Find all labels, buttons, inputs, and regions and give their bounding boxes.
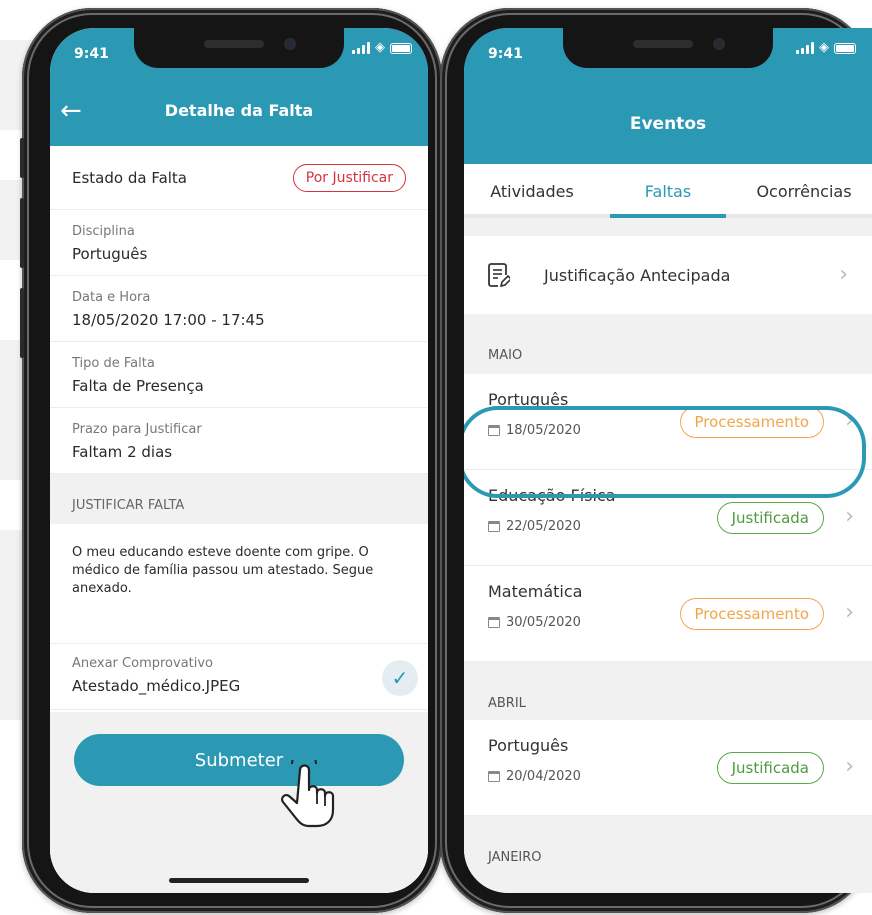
status-badge: Processamento bbox=[679, 406, 824, 438]
attachment-label: Anexar Comprovativo bbox=[72, 656, 214, 671]
field-label: Prazo para Justificar bbox=[72, 422, 202, 437]
justificacao-label: Justificação Antecipada bbox=[544, 265, 731, 285]
status-badge: Justificada bbox=[716, 502, 824, 534]
side-button bbox=[20, 198, 24, 268]
attachment-row[interactable]: Anexar Comprovativo Atestado_médico.JPEG… bbox=[50, 644, 428, 710]
list-item[interactable]: Português 20/04/2020 Justificada › bbox=[464, 720, 872, 816]
phone-events: 9:41 ◈ Eventos Atividades Faltas Ocorrên… bbox=[440, 8, 872, 913]
detail-body: Estado da Falta Por Justificar Disciplin… bbox=[50, 146, 428, 893]
field-data-hora: Data e Hora 18/05/2020 17:00 - 17:45 bbox=[50, 276, 428, 342]
field-value: 18/05/2020 17:00 - 17:45 bbox=[72, 311, 265, 329]
status-badge: Justificada bbox=[716, 752, 824, 784]
tab-atividades[interactable]: Atividades bbox=[464, 164, 600, 214]
justificacao-antecipada-row[interactable]: Justificação Antecipada › bbox=[464, 236, 872, 314]
event-date-text: 20/04/2020 bbox=[506, 769, 581, 784]
submit-area: Submeter bbox=[50, 712, 428, 893]
notch bbox=[134, 28, 344, 68]
document-edit-icon bbox=[488, 263, 510, 288]
event-date-text: 18/05/2020 bbox=[506, 423, 581, 438]
chevron-right-icon: › bbox=[845, 504, 854, 529]
screen: 9:41 ◈ Eventos Atividades Faltas Ocorrên… bbox=[464, 28, 872, 893]
home-indicator bbox=[169, 878, 309, 883]
status-badge: Por Justificar bbox=[292, 163, 406, 192]
calendar-icon bbox=[488, 617, 500, 628]
chevron-right-icon: › bbox=[845, 600, 854, 625]
month-header: JANEIRO bbox=[488, 850, 542, 865]
estado-label: Estado da Falta bbox=[72, 168, 187, 187]
hand-pointer-icon bbox=[281, 760, 335, 828]
calendar-icon bbox=[488, 771, 500, 782]
calendar-icon bbox=[488, 521, 500, 532]
notch bbox=[563, 28, 773, 68]
list-item[interactable]: Matemática 30/05/2020 Processamento › bbox=[464, 566, 872, 662]
side-button bbox=[20, 288, 24, 358]
field-label: Data e Hora bbox=[72, 290, 151, 305]
status-badge: Processamento bbox=[679, 598, 824, 630]
field-tipo: Tipo de Falta Falta de Presença bbox=[50, 342, 428, 408]
tab-bar: Atividades Faltas Ocorrências bbox=[464, 164, 872, 218]
battery-icon bbox=[390, 42, 412, 54]
wifi-icon: ◈ bbox=[375, 40, 385, 55]
battery-icon bbox=[834, 42, 856, 54]
tab-faltas[interactable]: Faltas bbox=[600, 164, 736, 218]
wifi-icon: ◈ bbox=[819, 40, 829, 55]
status-time: 9:41 bbox=[74, 46, 109, 62]
page-title: Detalhe da Falta bbox=[164, 101, 314, 120]
estado-row: Estado da Falta Por Justificar bbox=[50, 146, 428, 210]
month-header: ABRIL bbox=[488, 696, 526, 711]
field-value: Falta de Presença bbox=[72, 377, 204, 395]
signal-icon bbox=[796, 42, 814, 54]
status-time: 9:41 bbox=[488, 46, 523, 62]
submit-button[interactable]: Submeter bbox=[74, 734, 404, 786]
list-item[interactable]: Português 18/05/2020 Processamento › bbox=[464, 374, 872, 470]
events-list: Justificação Antecipada › MAIO Português… bbox=[464, 218, 872, 893]
check-icon[interactable]: ✓ bbox=[382, 660, 418, 696]
screen: 9:41 ◈ ← Detalhe da Falta Estado da Falt… bbox=[50, 28, 428, 893]
justification-textarea[interactable]: O meu educando esteve doente com gripe. … bbox=[50, 524, 428, 644]
field-value: Faltam 2 dias bbox=[72, 443, 173, 461]
field-label: Tipo de Falta bbox=[72, 356, 155, 371]
side-button bbox=[20, 138, 24, 178]
list-item[interactable]: Educação Física 22/05/2020 Justificada › bbox=[464, 470, 872, 566]
month-header: MAIO bbox=[488, 348, 523, 363]
field-label: Disciplina bbox=[72, 224, 135, 239]
field-value: Português bbox=[72, 245, 148, 263]
event-date-text: 22/05/2020 bbox=[506, 519, 581, 534]
section-title: JUSTIFICAR FALTA bbox=[50, 474, 428, 524]
chevron-right-icon: › bbox=[845, 408, 854, 433]
chevron-right-icon: › bbox=[845, 754, 854, 779]
page-title: Eventos bbox=[629, 114, 707, 134]
field-prazo: Prazo para Justificar Faltam 2 dias bbox=[50, 408, 428, 474]
signal-icon bbox=[352, 42, 370, 54]
event-date-text: 30/05/2020 bbox=[506, 615, 581, 630]
calendar-icon bbox=[488, 425, 500, 436]
phone-detail: 9:41 ◈ ← Detalhe da Falta Estado da Falt… bbox=[20, 8, 442, 913]
tab-ocorrencias[interactable]: Ocorrências bbox=[736, 164, 872, 214]
attachment-value: Atestado_médico.JPEG bbox=[72, 677, 241, 695]
field-disciplina: Disciplina Português bbox=[50, 210, 428, 276]
chevron-right-icon: › bbox=[839, 262, 848, 287]
